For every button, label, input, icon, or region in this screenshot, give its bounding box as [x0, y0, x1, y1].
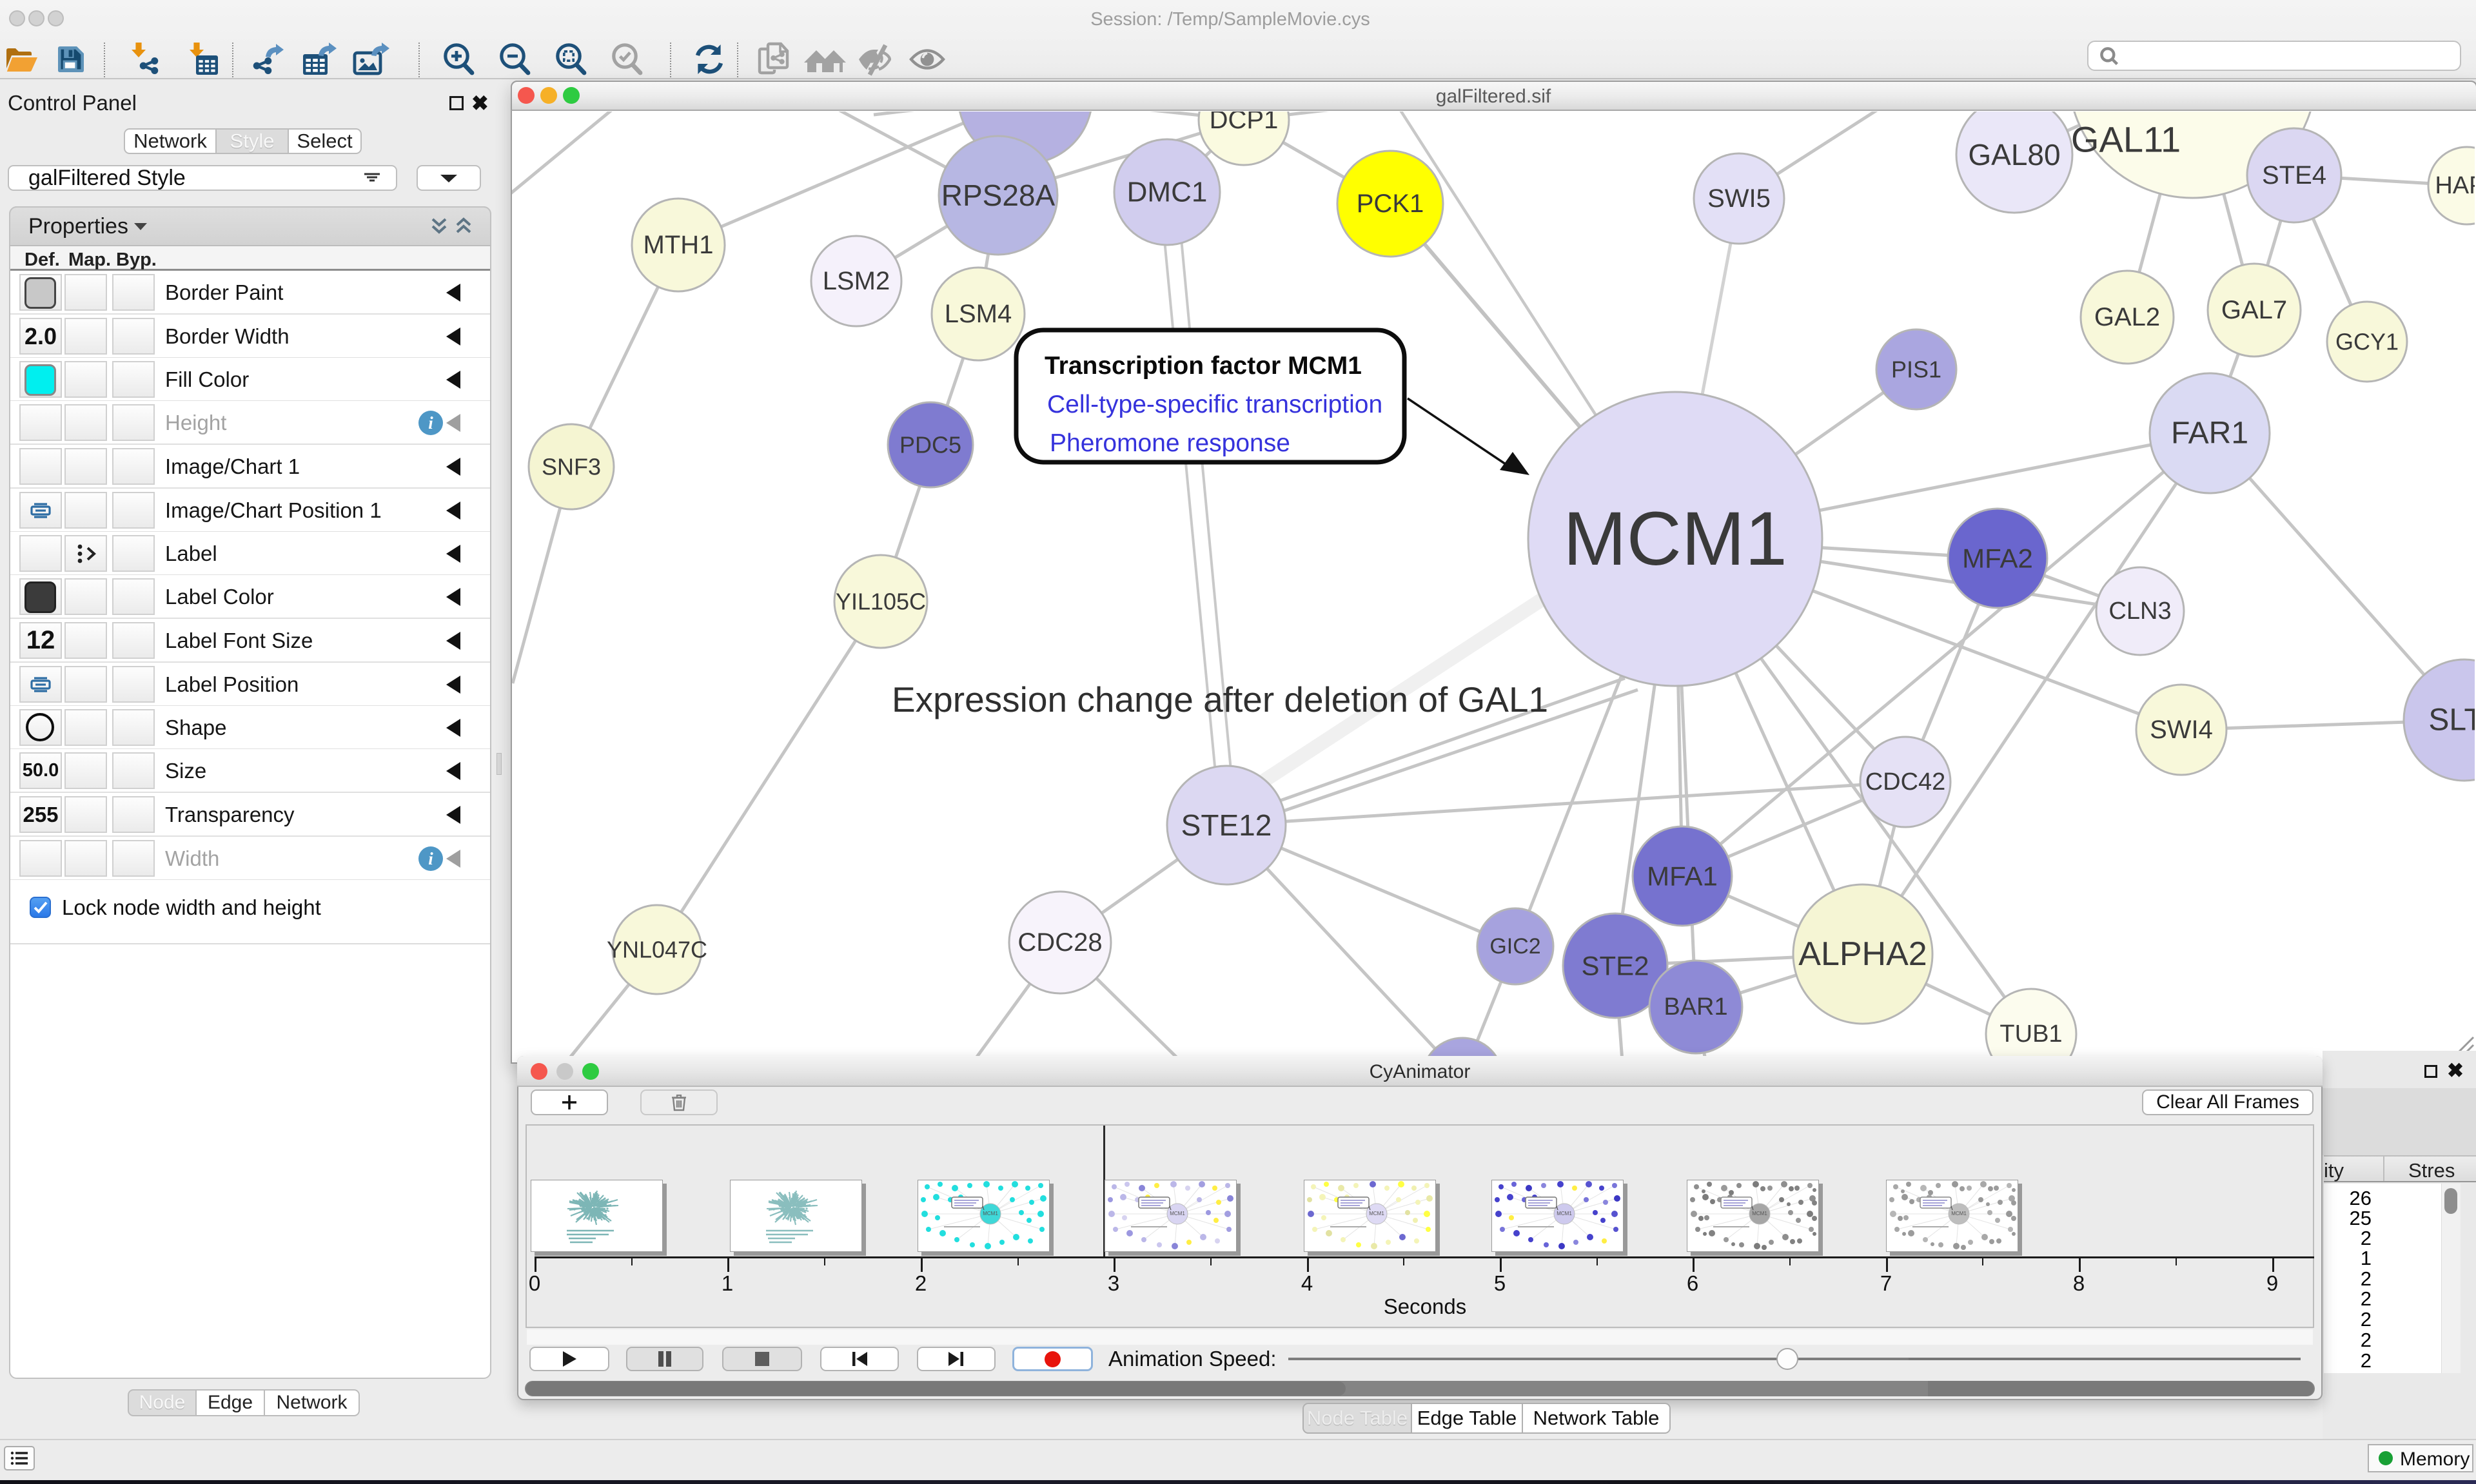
- svg-text:Pheromone response: Pheromone response: [1050, 429, 1290, 457]
- svg-text:MFA1: MFA1: [1647, 861, 1718, 892]
- svg-text:MCM1: MCM1: [1369, 1211, 1384, 1216]
- svg-text:TUB1: TUB1: [1999, 1020, 2062, 1048]
- svg-text:STE12: STE12: [1181, 808, 1272, 842]
- svg-text:PIS1: PIS1: [1891, 356, 1941, 383]
- svg-text:GAL11: GAL11: [2071, 119, 2181, 160]
- svg-text:Cell-type-specific transcripti: Cell-type-specific transcription: [1047, 391, 1382, 418]
- svg-text:GIC2: GIC2: [1489, 934, 1540, 959]
- svg-text:HAP2: HAP2: [2435, 172, 2475, 199]
- svg-text:STE4: STE4: [2262, 161, 2326, 190]
- svg-text:Expression change after deleti: Expression change after deletion of GAL1: [892, 679, 1548, 719]
- svg-text:BAR1: BAR1: [1664, 993, 1727, 1020]
- svg-text:CLN3: CLN3: [2108, 598, 2171, 625]
- svg-text:LSM2: LSM2: [823, 267, 890, 295]
- svg-text:RPS28B: RPS28B: [968, 112, 1082, 113]
- svg-text:MCM1: MCM1: [1951, 1211, 1967, 1216]
- svg-text:DCP1: DCP1: [1210, 112, 1279, 134]
- svg-text:FAR1: FAR1: [2171, 416, 2248, 451]
- svg-text:YNL047C: YNL047C: [607, 937, 707, 963]
- svg-text:GAL7: GAL7: [2221, 296, 2287, 324]
- svg-text:MCM1: MCM1: [1752, 1211, 1767, 1216]
- svg-text:PCK1: PCK1: [1357, 190, 1424, 218]
- svg-text:MCM1: MCM1: [983, 1211, 998, 1216]
- svg-text:SWI4: SWI4: [2150, 716, 2213, 744]
- svg-text:SLT2: SLT2: [2428, 703, 2475, 737]
- svg-text:DMC1: DMC1: [1127, 177, 1208, 208]
- svg-text:ALPHA2: ALPHA2: [1798, 935, 1927, 973]
- svg-text:SNF3: SNF3: [542, 454, 601, 480]
- svg-text:SWI5: SWI5: [1707, 184, 1771, 213]
- svg-text:STE2: STE2: [1581, 951, 1649, 981]
- svg-text:CDC42: CDC42: [1865, 768, 1946, 796]
- svg-text:GAL2: GAL2: [2094, 303, 2160, 331]
- svg-text:MCM1: MCM1: [1563, 496, 1787, 581]
- svg-text:MTH1: MTH1: [644, 231, 714, 259]
- svg-text:LSM4: LSM4: [945, 300, 1012, 328]
- svg-text:MFA2: MFA2: [1962, 543, 2033, 574]
- svg-text:MCM1: MCM1: [1170, 1211, 1185, 1216]
- svg-text:GAL80: GAL80: [1968, 138, 2060, 171]
- svg-text:YIL105C: YIL105C: [836, 589, 926, 615]
- svg-text:Transcription factor MCM1: Transcription factor MCM1: [1045, 352, 1362, 380]
- svg-text:CDC28: CDC28: [1017, 928, 1102, 957]
- svg-text:RPS28A: RPS28A: [941, 179, 1056, 212]
- svg-text:MCM1: MCM1: [1557, 1211, 1572, 1216]
- svg-text:PDC5: PDC5: [899, 432, 961, 458]
- svg-text:GCY1: GCY1: [2335, 329, 2399, 355]
